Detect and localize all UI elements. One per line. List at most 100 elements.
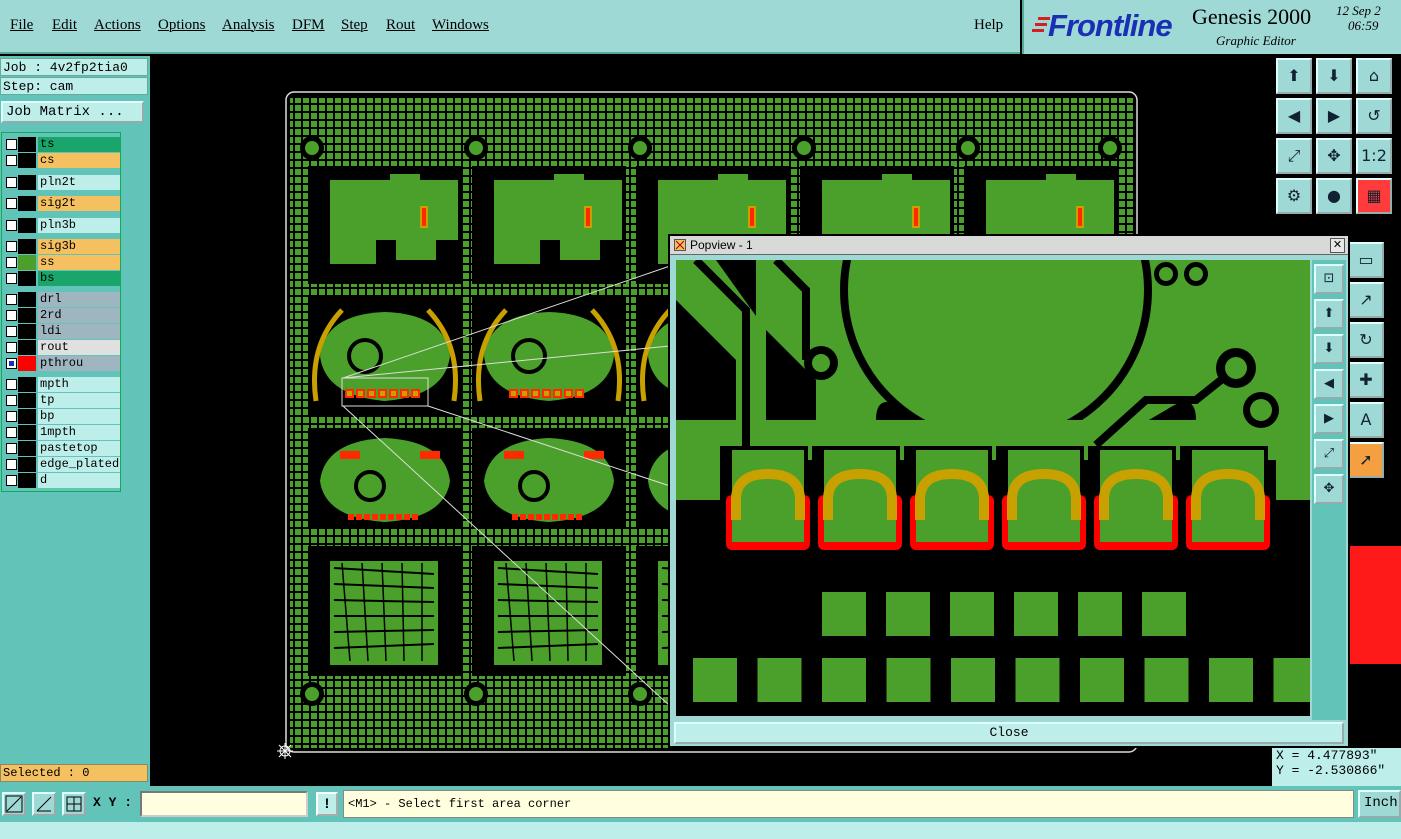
layer-color-swatch[interactable] <box>18 153 36 168</box>
one-to-one-icon[interactable]: 1:2 <box>1356 138 1392 174</box>
layer-checkbox[interactable] <box>6 257 17 268</box>
layer-checkbox[interactable] <box>6 326 17 337</box>
layer-name[interactable]: drl <box>38 292 120 307</box>
layer-checkbox[interactable] <box>6 395 17 406</box>
layer-checkbox[interactable] <box>6 411 17 422</box>
text-icon[interactable]: A <box>1348 402 1384 438</box>
layer-name[interactable]: rout <box>38 340 120 355</box>
layer-color-swatch[interactable] <box>18 308 36 323</box>
layer-checkbox[interactable] <box>6 443 17 454</box>
layer-color-swatch[interactable] <box>18 137 36 152</box>
layer-checkbox[interactable] <box>6 220 17 231</box>
pan-right-icon[interactable]: ▶ <box>1316 98 1352 134</box>
layer-checkbox[interactable] <box>6 241 17 252</box>
layer-row-2rd[interactable]: 2rd <box>4 308 120 323</box>
layer-checkbox[interactable] <box>6 427 17 438</box>
layer-name[interactable]: bp <box>38 409 120 424</box>
layer-color-swatch[interactable] <box>18 377 36 392</box>
zoom-prev-icon[interactable]: ⬇ <box>1316 58 1352 94</box>
layer-checkbox[interactable] <box>6 475 17 486</box>
layer-row-edge_plated[interactable]: edge_plated <box>4 457 120 472</box>
zoom-icon[interactable]: ⊡ <box>1314 264 1344 294</box>
layers-icon[interactable]: ▦ <box>1356 178 1392 214</box>
layer-name[interactable]: edge_plated <box>38 457 120 472</box>
menu-windows[interactable]: Windows <box>432 17 489 34</box>
layer-name[interactable]: sig3b <box>38 239 120 254</box>
menu-analysis[interactable]: Analysis <box>222 17 275 34</box>
menu-edit[interactable]: Edit <box>52 17 77 34</box>
close-icon[interactable]: ✕ <box>1330 238 1345 253</box>
layer-row-tp[interactable]: tp <box>4 393 120 408</box>
layer-color-swatch[interactable] <box>18 196 36 211</box>
menu-help[interactable]: Help <box>974 17 1003 34</box>
zoom-window-icon[interactable] <box>2 792 26 816</box>
menu-actions[interactable]: Actions <box>94 17 141 34</box>
layer-name[interactable]: pln2t <box>38 175 120 190</box>
layer-row-1mpth[interactable]: 1mpth <box>4 425 120 440</box>
up-icon[interactable]: ⬆ <box>1314 299 1344 329</box>
ruler-icon[interactable]: ▭ <box>1348 242 1384 278</box>
layer-checkbox[interactable] <box>6 358 17 369</box>
layer-name[interactable]: 1mpth <box>38 425 120 440</box>
layer-color-swatch[interactable] <box>18 218 36 233</box>
layer-checkbox[interactable] <box>6 139 17 150</box>
layer-checkbox[interactable] <box>6 459 17 470</box>
snap-icon[interactable]: ⚙ <box>1276 178 1312 214</box>
layer-color-swatch[interactable] <box>18 255 36 270</box>
layer-name[interactable]: pthrou <box>38 356 120 371</box>
layer-checkbox[interactable] <box>6 294 17 305</box>
layer-row-pln2t[interactable]: pln2t <box>4 175 120 190</box>
grid-icon[interactable] <box>62 792 86 816</box>
layer-color-swatch[interactable] <box>18 409 36 424</box>
layer-checkbox[interactable] <box>6 342 17 353</box>
layer-checkbox[interactable] <box>6 379 17 390</box>
layer-row-cs[interactable]: cs <box>4 153 120 168</box>
layer-color-swatch[interactable] <box>18 324 36 339</box>
layer-name[interactable]: pastetop <box>38 441 120 456</box>
menu-options[interactable]: Options <box>158 17 206 34</box>
layer-color-swatch[interactable] <box>18 473 36 488</box>
menu-file[interactable]: File <box>10 17 33 34</box>
layer-color-swatch[interactable] <box>18 425 36 440</box>
left-icon[interactable]: ◀ <box>1314 369 1344 399</box>
point-icon[interactable]: ↗ <box>1348 282 1384 318</box>
layer-checkbox[interactable] <box>6 198 17 209</box>
layer-row-ldi[interactable]: ldi <box>4 324 120 339</box>
layer-row-rout[interactable]: rout <box>4 340 120 355</box>
layer-row-bs[interactable]: bs <box>4 271 120 286</box>
popview-close-button[interactable]: Close <box>674 722 1344 744</box>
layer-row-bp[interactable]: bp <box>4 409 120 424</box>
home-icon[interactable]: ⌂ <box>1356 58 1392 94</box>
layer-row-sig2t[interactable]: sig2t <box>4 196 120 211</box>
layer-color-swatch[interactable] <box>18 239 36 254</box>
select-icon[interactable]: ➚ <box>1348 442 1384 478</box>
layer-row-sig3b[interactable]: sig3b <box>4 239 120 254</box>
fit-icon[interactable]: ⤢ <box>1314 439 1344 469</box>
alert-icon[interactable]: ! <box>316 792 338 816</box>
layer-name[interactable]: 2rd <box>38 308 120 323</box>
layer-color-swatch[interactable] <box>18 340 36 355</box>
layer-color-swatch[interactable] <box>18 356 36 371</box>
layer-name[interactable]: ts <box>38 137 120 152</box>
popview-canvas[interactable] <box>676 260 1310 716</box>
measure-icon[interactable] <box>32 792 56 816</box>
layer-name[interactable]: tp <box>38 393 120 408</box>
measure-icon[interactable]: ● <box>1316 178 1352 214</box>
layer-checkbox[interactable] <box>6 155 17 166</box>
menu-step[interactable]: Step <box>341 17 368 34</box>
layer-color-swatch[interactable] <box>18 292 36 307</box>
layer-name[interactable]: cs <box>38 153 120 168</box>
layer-row-d[interactable]: d <box>4 473 120 488</box>
undo-icon[interactable]: ↺ <box>1356 98 1392 134</box>
layer-color-swatch[interactable] <box>18 441 36 456</box>
menu-rout[interactable]: Rout <box>386 17 415 34</box>
layer-checkbox[interactable] <box>6 273 17 284</box>
layer-name[interactable]: d <box>38 473 120 488</box>
layer-color-swatch[interactable] <box>18 175 36 190</box>
layer-row-pastetop[interactable]: pastetop <box>4 441 120 456</box>
layer-name[interactable]: mpth <box>38 377 120 392</box>
layer-color-swatch[interactable] <box>18 271 36 286</box>
layer-name[interactable]: ss <box>38 255 120 270</box>
rotate-icon[interactable]: ↻ <box>1348 322 1384 358</box>
layer-row-ss[interactable]: ss <box>4 255 120 270</box>
